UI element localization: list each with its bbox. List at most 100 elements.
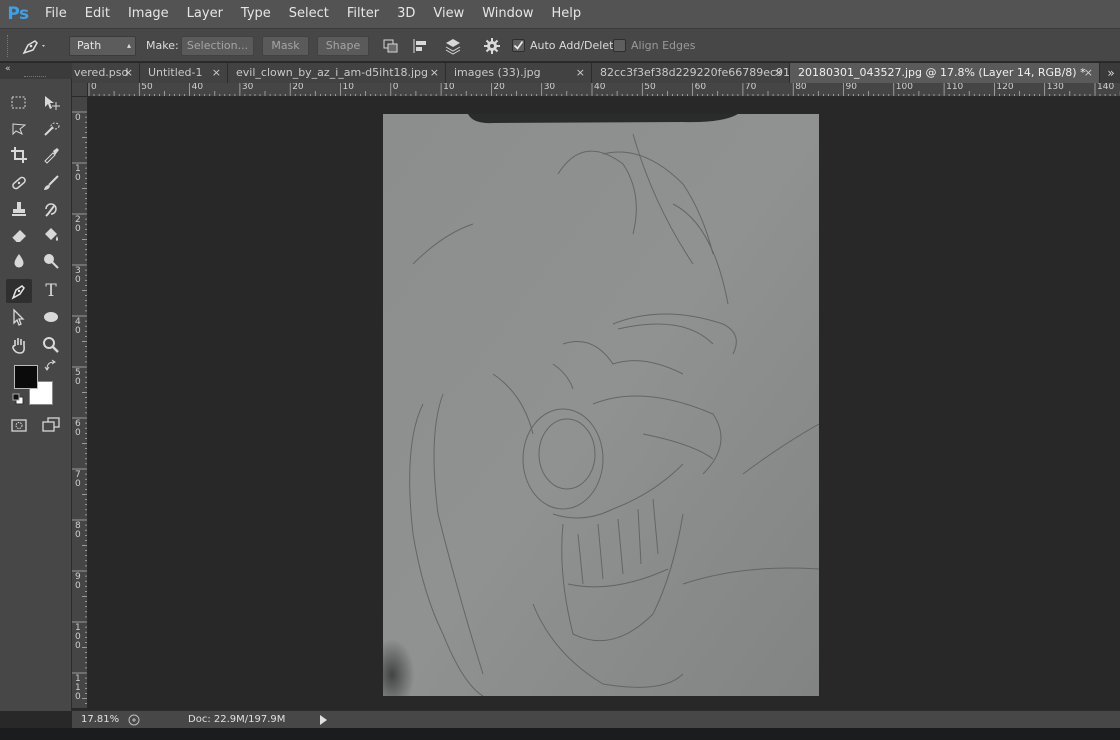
hand-icon[interactable] bbox=[6, 333, 32, 357]
zoom-level[interactable]: 17.81% bbox=[81, 713, 119, 727]
ruler-label: 5 0 bbox=[75, 368, 81, 387]
ruler-label: 140 bbox=[1097, 83, 1115, 92]
brush-icon[interactable] bbox=[38, 171, 64, 195]
tab-label: vered.psd bbox=[74, 66, 129, 79]
path-arrangement-icon[interactable] bbox=[442, 36, 464, 56]
screen-mode-icon[interactable] bbox=[38, 413, 64, 437]
dodge-icon[interactable] bbox=[38, 249, 64, 273]
canvas-area[interactable] bbox=[89, 97, 1120, 708]
document-tab[interactable]: 82cc3f3ef38d229220fe66789ec916a9.jpg× bbox=[592, 63, 790, 83]
mode-select[interactable]: Path ▴ bbox=[69, 36, 136, 56]
vertical-ruler[interactable]: 0 1 0 2 0 3 0 4 0 5 0 6 0 7 0 8 0 9 0 1 0 0 1 1 0 bbox=[72, 97, 88, 708]
ruler-label: 70 bbox=[744, 83, 757, 92]
ruler-label: 7 0 bbox=[75, 470, 81, 489]
horizontal-ruler[interactable]: 0 50 40 30 20 10 0 10 20 30 40 50 60 70 80 90 100 110 120 1… bbox=[88, 83, 1120, 97]
default-colors-icon[interactable] bbox=[12, 393, 24, 405]
document-canvas[interactable] bbox=[383, 114, 819, 696]
menu-window[interactable]: Window bbox=[473, 0, 542, 28]
menu-view[interactable]: View bbox=[424, 0, 473, 28]
ruler-label: 10 bbox=[342, 83, 354, 92]
sketch-image bbox=[383, 114, 819, 696]
ruler-label: 9 0 bbox=[75, 572, 81, 591]
menu-3d[interactable]: 3D bbox=[388, 0, 424, 28]
document-tabs: vered.psd × Untitled-1 × evil_clown_by_az_i_… bbox=[72, 63, 1120, 83]
status-menu-icon[interactable] bbox=[318, 714, 328, 726]
close-tab-icon[interactable]: × bbox=[212, 63, 221, 83]
menu-type[interactable]: Type bbox=[232, 0, 280, 28]
swap-colors-icon[interactable] bbox=[44, 359, 58, 373]
ruler-label: 30 bbox=[241, 83, 254, 92]
document-size: Doc: 22.9M/197.9M bbox=[188, 714, 286, 725]
ellipse-icon[interactable] bbox=[38, 305, 64, 329]
ruler-label: 0 bbox=[75, 113, 81, 123]
clone-stamp-icon[interactable] bbox=[6, 197, 32, 221]
tab-label: Untitled-1 bbox=[148, 66, 203, 79]
os-taskbar bbox=[0, 728, 1120, 740]
document-tab[interactable]: evil_clown_by_az_i_am-d5iht18.jpg × bbox=[228, 63, 446, 83]
path-operations-icon[interactable] bbox=[380, 36, 402, 56]
make-mask-button[interactable]: Mask bbox=[262, 36, 309, 56]
blur-icon[interactable] bbox=[6, 249, 32, 273]
spinner-icon: ▴ bbox=[126, 41, 131, 50]
ruler-label: 40 bbox=[594, 83, 606, 92]
paint-bucket-icon[interactable] bbox=[38, 223, 64, 247]
pen-icon[interactable] bbox=[6, 279, 32, 303]
eyedropper-icon[interactable] bbox=[38, 143, 64, 167]
close-tab-icon[interactable]: × bbox=[430, 63, 439, 83]
pen-icon[interactable] bbox=[20, 36, 45, 56]
make-shape-button[interactable]: Shape bbox=[317, 36, 369, 56]
close-tab-icon[interactable]: × bbox=[1084, 63, 1093, 83]
auto-add-delete-checkbox[interactable] bbox=[512, 39, 525, 52]
menu-help[interactable]: Help bbox=[543, 0, 591, 28]
close-tab-icon[interactable]: × bbox=[576, 63, 585, 83]
ruler-label: 40 bbox=[191, 83, 204, 92]
document-tab[interactable]: vered.psd × bbox=[72, 63, 140, 83]
spot-healing-icon[interactable] bbox=[6, 171, 32, 195]
rectangular-marquee-icon[interactable] bbox=[6, 91, 32, 115]
gear-icon[interactable] bbox=[482, 36, 504, 56]
collapse-icon[interactable]: « bbox=[5, 64, 11, 74]
ruler-label: 130 bbox=[1046, 83, 1064, 92]
ruler-label: 2 0 bbox=[75, 215, 81, 234]
ruler-origin[interactable] bbox=[72, 83, 88, 97]
menu-layer[interactable]: Layer bbox=[178, 0, 232, 28]
ruler-label: 0 bbox=[91, 83, 97, 92]
quick-selection-icon[interactable] bbox=[38, 117, 64, 141]
close-tab-icon[interactable]: × bbox=[774, 63, 783, 83]
tools-panel-header[interactable]: « bbox=[0, 63, 72, 79]
lasso-icon[interactable] bbox=[6, 117, 32, 141]
move-icon[interactable] bbox=[38, 91, 64, 115]
path-selection-icon[interactable] bbox=[6, 305, 32, 329]
zoom-icon[interactable] bbox=[38, 333, 64, 357]
ruler-label: 80 bbox=[795, 83, 807, 92]
menu-filter[interactable]: Filter bbox=[338, 0, 388, 28]
tab-label: 20180301_043527.jpg @ 17.8% (Layer 14, R… bbox=[798, 66, 1086, 79]
menu-edit[interactable]: Edit bbox=[76, 0, 119, 28]
share-icon[interactable] bbox=[128, 714, 140, 726]
auto-add-delete-label: Auto Add/Delete bbox=[530, 39, 621, 52]
align-edges-checkbox[interactable] bbox=[613, 39, 626, 52]
ruler-label: 1 0 bbox=[75, 164, 81, 183]
document-tab[interactable]: Untitled-1 × bbox=[140, 63, 228, 83]
crop-icon[interactable] bbox=[6, 143, 32, 167]
ruler-label: 90 bbox=[845, 83, 857, 92]
menu-select[interactable]: Select bbox=[280, 0, 338, 28]
quick-mask-icon[interactable] bbox=[6, 413, 32, 437]
foreground-color-swatch[interactable] bbox=[14, 365, 38, 389]
ruler-label: 120 bbox=[996, 83, 1014, 92]
ruler-label: 20 bbox=[292, 83, 304, 92]
menu-bar: Ps File Edit Image Layer Type Select Filter 3D V… bbox=[0, 0, 1120, 28]
make-selection-button[interactable]: Selection... bbox=[181, 36, 254, 56]
path-alignment-icon[interactable] bbox=[410, 36, 432, 56]
options-grip[interactable] bbox=[7, 35, 10, 57]
menu-image[interactable]: Image bbox=[119, 0, 178, 28]
close-tab-icon[interactable]: × bbox=[124, 63, 133, 83]
document-tab[interactable]: images (33).jpg × bbox=[446, 63, 592, 83]
history-brush-icon[interactable] bbox=[38, 197, 64, 221]
type-icon[interactable]: T bbox=[38, 279, 64, 303]
ruler-label: 3 0 bbox=[75, 266, 81, 285]
more-tabs-icon[interactable]: » bbox=[1104, 63, 1118, 83]
document-tab[interactable]: 20180301_043527.jpg @ 17.8% (Layer 14, R… bbox=[790, 63, 1100, 83]
eraser-icon[interactable] bbox=[6, 223, 32, 247]
menu-file[interactable]: File bbox=[36, 0, 76, 28]
